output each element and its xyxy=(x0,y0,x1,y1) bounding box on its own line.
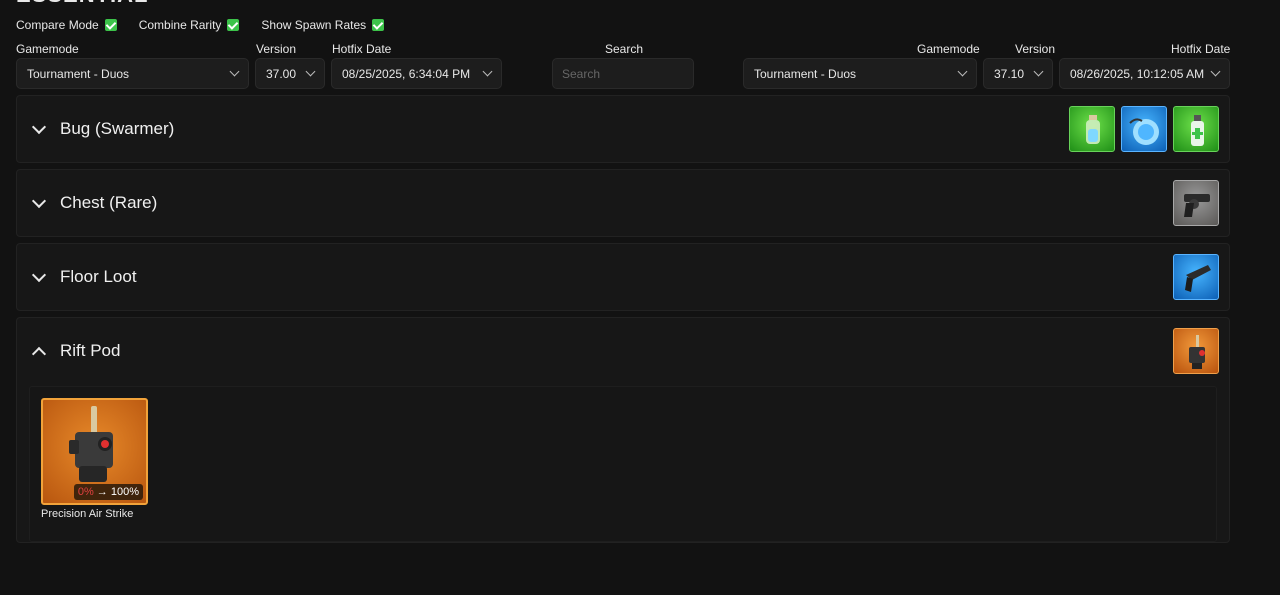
section-header[interactable]: Chest (Rare) xyxy=(17,170,1229,236)
chevron-down-icon xyxy=(957,66,968,77)
show-spawn-rates-checkbox[interactable] xyxy=(372,19,385,31)
section-thumbs xyxy=(1173,180,1219,226)
section-header[interactable]: Bug (Swarmer) xyxy=(17,96,1229,162)
section-thumbs xyxy=(1173,328,1219,374)
right-version-value: 37.10 xyxy=(994,66,1025,81)
pistol-icon[interactable] xyxy=(1173,254,1219,300)
combine-rarity-label: Combine Rarity xyxy=(138,18,222,32)
chevron-down-icon xyxy=(31,193,47,208)
section-floor-loot: Floor Loot xyxy=(16,243,1230,311)
chevron-down-icon xyxy=(31,119,47,134)
right-version-label: Version xyxy=(1015,42,1056,56)
section-thumbs xyxy=(1173,254,1219,300)
show-spawn-rates-toggle[interactable]: Show Spawn Rates xyxy=(261,18,385,32)
left-hotfix-select[interactable]: 08/25/2025, 6:34:04 PM xyxy=(331,58,502,89)
rate-old: 0% xyxy=(77,486,94,498)
chevron-down-icon xyxy=(482,66,493,77)
left-gamemode-label: Gamemode xyxy=(16,42,79,56)
chevron-down-icon xyxy=(305,66,316,77)
right-hotfix-label: Hotfix Date xyxy=(1171,42,1231,56)
left-version-value: 37.00 xyxy=(266,66,297,81)
bottle-icon[interactable] xyxy=(1069,106,1115,152)
right-gamemode-value: Tournament - Duos xyxy=(754,66,857,81)
search-input[interactable] xyxy=(552,58,694,89)
section-title: Bug (Swarmer) xyxy=(60,119,175,138)
left-version-select[interactable]: 37.00 xyxy=(255,58,325,89)
section-rift-pod: Rift Pod 0% → 100% Precision Air Strike xyxy=(16,317,1230,543)
left-version-label: Version xyxy=(256,42,297,56)
combine-rarity-checkbox[interactable] xyxy=(227,19,240,31)
section-header[interactable]: Floor Loot xyxy=(17,244,1229,310)
section-title: Rift Pod xyxy=(60,341,121,360)
right-version-select[interactable]: 37.10 xyxy=(983,58,1053,89)
compare-mode-label: Compare Mode xyxy=(16,18,99,32)
rate-new: 100% xyxy=(110,486,139,498)
bomb-icon[interactable] xyxy=(1121,106,1167,152)
chevron-down-icon xyxy=(1033,66,1044,77)
left-gamemode-value: Tournament - Duos xyxy=(27,66,130,81)
item-card[interactable]: 0% → 100% xyxy=(41,398,148,505)
right-hotfix-select[interactable]: 08/26/2025, 10:12:05 AM xyxy=(1059,58,1230,89)
right-gamemode-label: Gamemode xyxy=(917,42,980,56)
section-thumbs xyxy=(1069,106,1219,152)
section-title: Chest (Rare) xyxy=(60,193,158,212)
chevron-down-icon xyxy=(1210,66,1221,77)
item-name: Precision Air Strike xyxy=(41,508,134,520)
compare-mode-toggle[interactable]: Compare Mode xyxy=(16,18,117,32)
compare-mode-checkbox[interactable] xyxy=(104,19,117,31)
airstrike-icon[interactable] xyxy=(1173,328,1219,374)
section-chest-rare: Chest (Rare) xyxy=(16,169,1230,237)
section-content: 0% → 100% Precision Air Strike xyxy=(29,386,1217,542)
revolver-icon[interactable] xyxy=(1173,180,1219,226)
spray-can-icon[interactable] xyxy=(1173,106,1219,152)
spawn-rate-badge: 0% → 100% xyxy=(73,484,143,500)
page-title-cutoff: ESSENTIAL xyxy=(16,0,148,8)
chevron-down-icon xyxy=(229,66,240,77)
chevron-down-icon xyxy=(31,267,47,282)
left-gamemode-select[interactable]: Tournament - Duos xyxy=(16,58,249,89)
search-label: Search xyxy=(605,42,644,56)
left-hotfix-value: 08/25/2025, 6:34:04 PM xyxy=(342,66,471,81)
section-title: Floor Loot xyxy=(60,267,137,286)
rate-arrow: → xyxy=(96,486,108,498)
section-header[interactable]: Rift Pod xyxy=(17,318,1229,384)
right-hotfix-value: 08/26/2025, 10:12:05 AM xyxy=(1070,66,1205,81)
show-spawn-rates-label: Show Spawn Rates xyxy=(261,18,367,32)
combine-rarity-toggle[interactable]: Combine Rarity xyxy=(139,18,240,32)
left-hotfix-label: Hotfix Date xyxy=(332,42,392,56)
section-bug-swarmer: Bug (Swarmer) xyxy=(16,95,1230,163)
chevron-up-icon xyxy=(31,346,47,361)
toggle-bar: Compare Mode Combine Rarity Show Spawn R… xyxy=(16,18,385,32)
right-gamemode-select[interactable]: Tournament - Duos xyxy=(743,58,977,89)
